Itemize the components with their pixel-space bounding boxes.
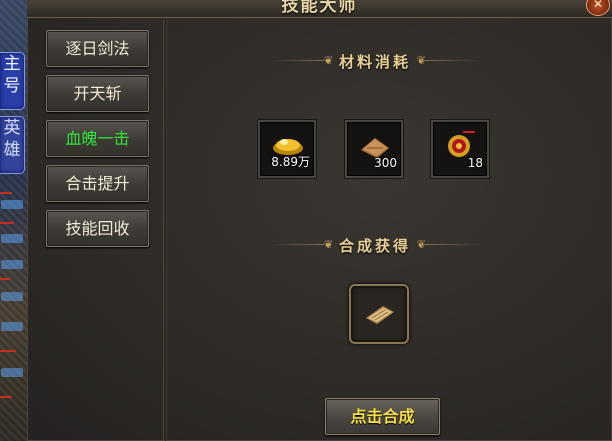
header-divider-left bbox=[270, 244, 330, 245]
hero-tab[interactable]: 英雄 bbox=[0, 116, 25, 174]
world-scenery bbox=[0, 182, 27, 432]
result-header-text: 合成获得 bbox=[338, 237, 411, 255]
result-slot[interactable] bbox=[349, 284, 409, 344]
material-slot-medallion[interactable]: 18 bbox=[431, 120, 489, 178]
material-quantity: 18 bbox=[467, 156, 483, 170]
nav-item-sun-chasing-sword[interactable]: 逐日剑法 bbox=[46, 30, 149, 67]
panel-title: 技能大师 bbox=[281, 0, 358, 16]
ornament-icon: ❦ bbox=[324, 238, 334, 251]
material-slot-scroll[interactable]: 300 bbox=[345, 120, 403, 178]
nav-item-blood-soul-strike[interactable]: 血魄一击 bbox=[46, 120, 149, 157]
nav-divider bbox=[165, 20, 167, 441]
nav-item-combo-upgrade[interactable]: 合击提升 bbox=[46, 165, 149, 202]
compose-button[interactable]: 点击合成 bbox=[325, 398, 440, 435]
header-divider-left bbox=[270, 60, 330, 61]
nav-item-skill-recycle[interactable]: 技能回收 bbox=[46, 210, 149, 247]
materials-header: ❦ 材料消耗 ❦ bbox=[270, 51, 480, 71]
header-divider-right bbox=[420, 244, 480, 245]
result-header: ❦ 合成获得 ❦ bbox=[270, 235, 480, 255]
material-slot-gold[interactable]: 8.89万 bbox=[258, 120, 316, 178]
nav-item-heaven-splitting-slash[interactable]: 开天斩 bbox=[46, 75, 149, 112]
material-quantity: 300 bbox=[374, 156, 397, 170]
skill-nav: 逐日剑法 开天斩 血魄一击 合击提升 技能回收 bbox=[35, 20, 164, 441]
header-divider-right bbox=[420, 60, 480, 61]
title-bar: 技能大师 ✕ bbox=[27, 0, 612, 18]
material-quantity: 8.89万 bbox=[271, 155, 310, 169]
skill-book-icon bbox=[366, 306, 394, 324]
game-world-strip: 主号 英雄 bbox=[0, 0, 27, 441]
close-icon: ✕ bbox=[592, 0, 604, 11]
main-character-tab[interactable]: 主号 bbox=[0, 52, 25, 110]
ornament-icon: ❦ bbox=[324, 54, 334, 67]
materials-header-text: 材料消耗 bbox=[338, 53, 411, 71]
